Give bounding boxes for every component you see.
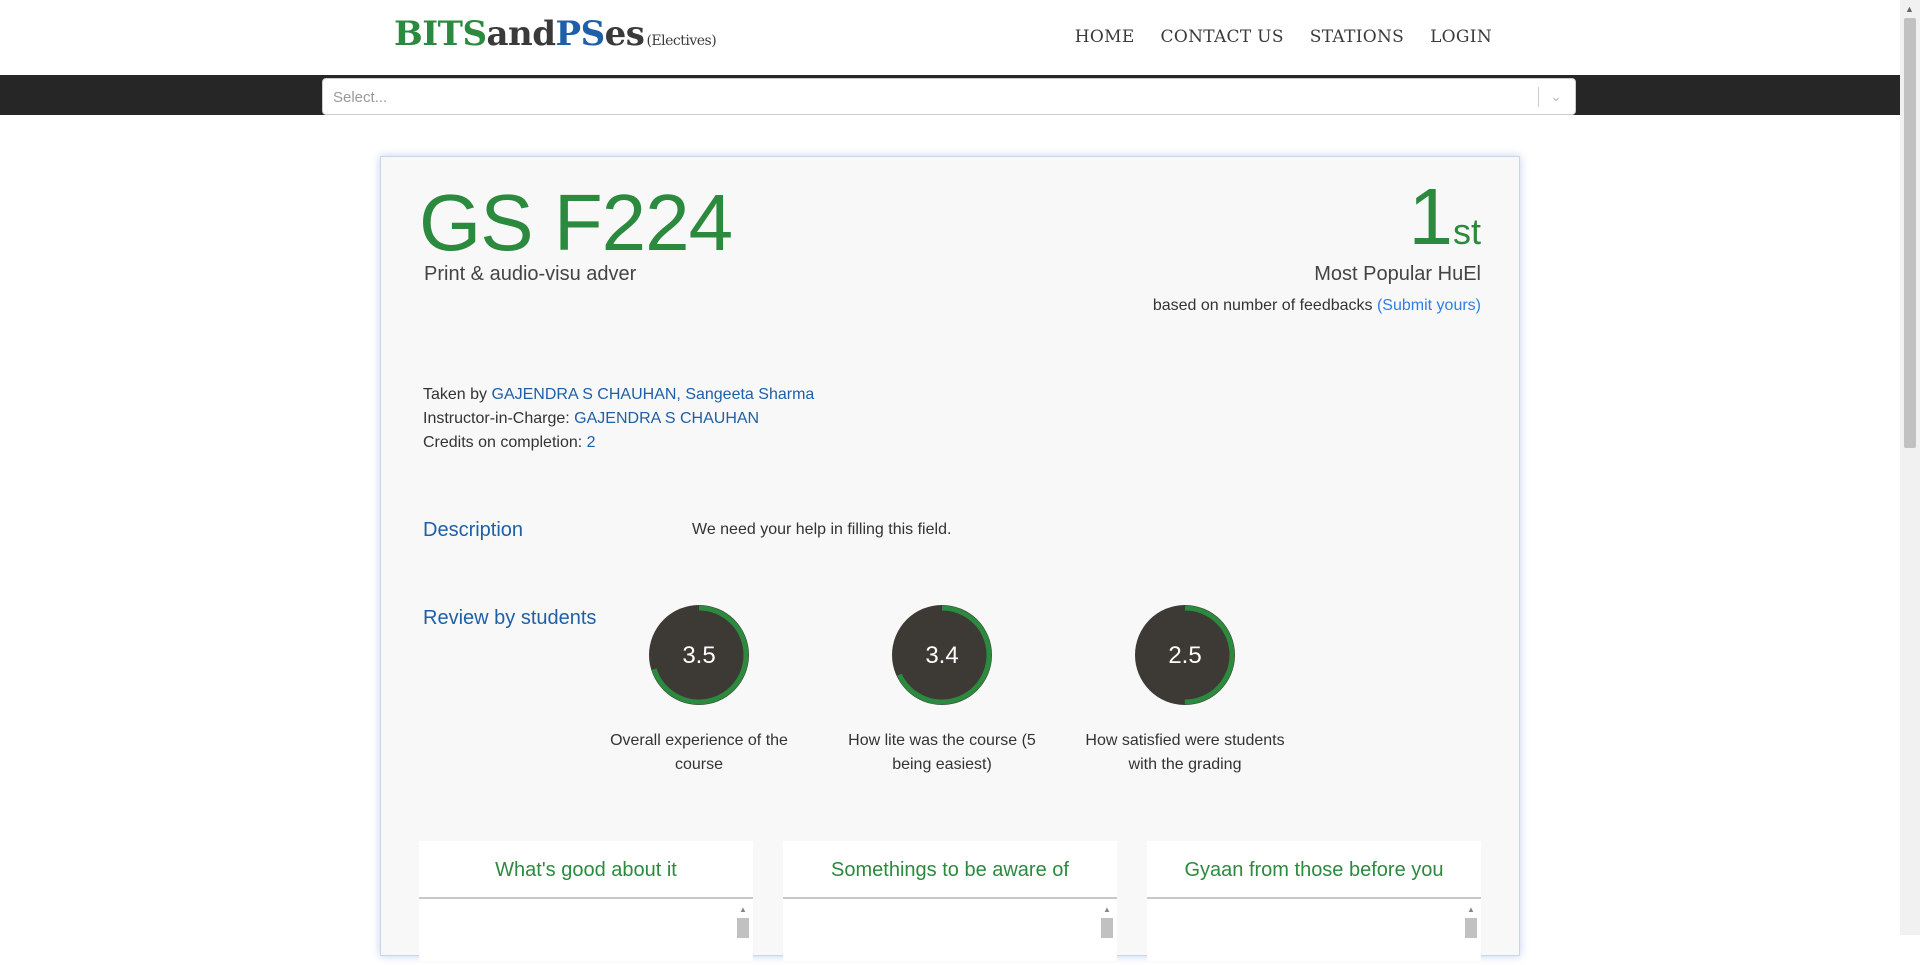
nav-stations[interactable]: STATIONS <box>1310 27 1404 47</box>
review-item-overall: 3.5 Overall experience of the course <box>599 603 799 777</box>
scroll-up-arrow-icon[interactable]: ▲ <box>1465 905 1477 914</box>
logo-suffix: (Electives) <box>646 33 717 49</box>
rating-label-overall: Overall experience of the course <box>599 729 799 777</box>
course-code: GS F224 <box>419 178 733 267</box>
rating-ring-grading: 2.5 <box>1135 605 1235 705</box>
chevron-down-icon[interactable]: ⌄ <box>1547 85 1565 107</box>
logo-part-es: es <box>604 14 645 54</box>
ic-row: Instructor-in-Charge: GAJENDRA S CHAUHAN <box>423 407 814 431</box>
panel-aware-title: Somethings to be aware of <box>783 841 1117 899</box>
scroll-up-arrow-icon[interactable]: ▲ <box>1101 905 1113 914</box>
rating-label-grading: How satisfied were students with the gra… <box>1085 729 1285 777</box>
nav-contact-us[interactable]: CONTACT US <box>1161 27 1284 47</box>
taken-by-label: Taken by <box>423 386 488 403</box>
site-logo[interactable]: BITSandPSes (Electives) <box>394 14 717 54</box>
panel-good: What's good about it ▲ <box>419 841 753 961</box>
scrollbar-thumb[interactable] <box>1904 18 1916 448</box>
rating-label-line1: How lite was the course (5 <box>848 732 1036 749</box>
rank-suffix: st <box>1452 211 1481 252</box>
ic-value[interactable]: GAJENDRA S CHAUHAN <box>574 410 759 427</box>
rank-number: 1 <box>1408 172 1453 261</box>
rating-label-line2: being easiest) <box>892 756 992 773</box>
panel-scroll-thumb[interactable] <box>1101 918 1113 938</box>
panel-scroll-thumb[interactable] <box>1465 918 1477 938</box>
rating-label-line1: How satisfied were students <box>1085 732 1285 749</box>
rating-label-line1: Overall experience of the <box>610 732 788 749</box>
panel-aware: Somethings to be aware of ▲ <box>783 841 1117 961</box>
review-item-grading: 2.5 How satisfied were students with the… <box>1085 603 1285 777</box>
course-name: Print & audio-visu adver <box>424 263 637 285</box>
review-heading: Review by students <box>423 607 597 629</box>
page-scrollbar[interactable]: ▲ <box>1900 0 1920 935</box>
rating-value-overall: 3.5 <box>682 642 715 669</box>
popularity-text: Most Popular HuEl <box>1314 263 1481 285</box>
rating-value-lite: 3.4 <box>925 642 958 669</box>
submit-feedback-link[interactable]: (Submit yours) <box>1377 297 1481 314</box>
credits-row: Credits on completion: 2 <box>423 431 814 455</box>
panel-scrollbar[interactable]: ▲ <box>1465 905 1477 965</box>
rating-ring-lite: 3.4 <box>892 605 992 705</box>
rating-label-line2: course <box>674 756 724 773</box>
rating-value-grading: 2.5 <box>1168 642 1201 669</box>
panel-gyaan: Gyaan from those before you ▲ <box>1147 841 1481 961</box>
logo-part-ps: PS <box>555 14 606 54</box>
panel-good-title: What's good about it <box>419 841 753 899</box>
basis-text: based on number of feedbacks <box>1152 297 1373 314</box>
course-select-placeholder: Select... <box>333 89 388 106</box>
taken-by-row: Taken by GAJENDRA S CHAUHAN, Sangeeta Sh… <box>423 383 814 407</box>
rating-label-line2: with the grading <box>1128 756 1242 773</box>
rating-ring-overall: 3.5 <box>649 605 749 705</box>
description-heading: Description <box>423 519 524 541</box>
review-item-lite: 3.4 How lite was the course (5 being eas… <box>842 603 1042 777</box>
credits-label: Credits on completion: <box>423 434 583 451</box>
logo-part-bits: BITS <box>394 14 487 54</box>
nav-home[interactable]: HOME <box>1075 27 1135 47</box>
course-meta: Taken by GAJENDRA S CHAUHAN, Sangeeta Sh… <box>423 383 814 455</box>
panel-scrollbar[interactable]: ▲ <box>737 905 749 965</box>
select-separator <box>1538 87 1539 107</box>
course-select[interactable]: Select... ⌄ <box>322 78 1576 115</box>
rating-label-lite: How lite was the course (5 being easiest… <box>842 729 1042 777</box>
popularity-rank: 1st <box>1408 171 1481 263</box>
logo-part-and: and <box>486 14 557 54</box>
scroll-up-arrow-icon[interactable]: ▲ <box>737 905 749 914</box>
description-text: We need your help in filling this field. <box>692 521 952 538</box>
credits-value: 2 <box>586 434 596 451</box>
popularity-basis: based on number of feedbacks (Submit you… <box>1153 297 1481 315</box>
nav-links: HOME CONTACT US STATIONS LOGIN <box>1075 27 1492 47</box>
panel-scroll-thumb[interactable] <box>737 918 749 938</box>
ic-label: Instructor-in-Charge: <box>423 410 570 427</box>
course-card: GS F224 Print & audio-visu adver 1st Mos… <box>380 156 1520 961</box>
top-navbar: BITSandPSes (Electives) HOME CONTACT US S… <box>0 0 1900 75</box>
taken-by-value[interactable]: GAJENDRA S CHAUHAN, Sangeeta Sharma <box>492 386 815 403</box>
nav-login[interactable]: LOGIN <box>1430 27 1492 47</box>
panel-gyaan-title: Gyaan from those before you <box>1147 841 1481 899</box>
scroll-up-arrow-icon[interactable]: ▲ <box>1905 4 1914 14</box>
panel-scrollbar[interactable]: ▲ <box>1101 905 1113 965</box>
